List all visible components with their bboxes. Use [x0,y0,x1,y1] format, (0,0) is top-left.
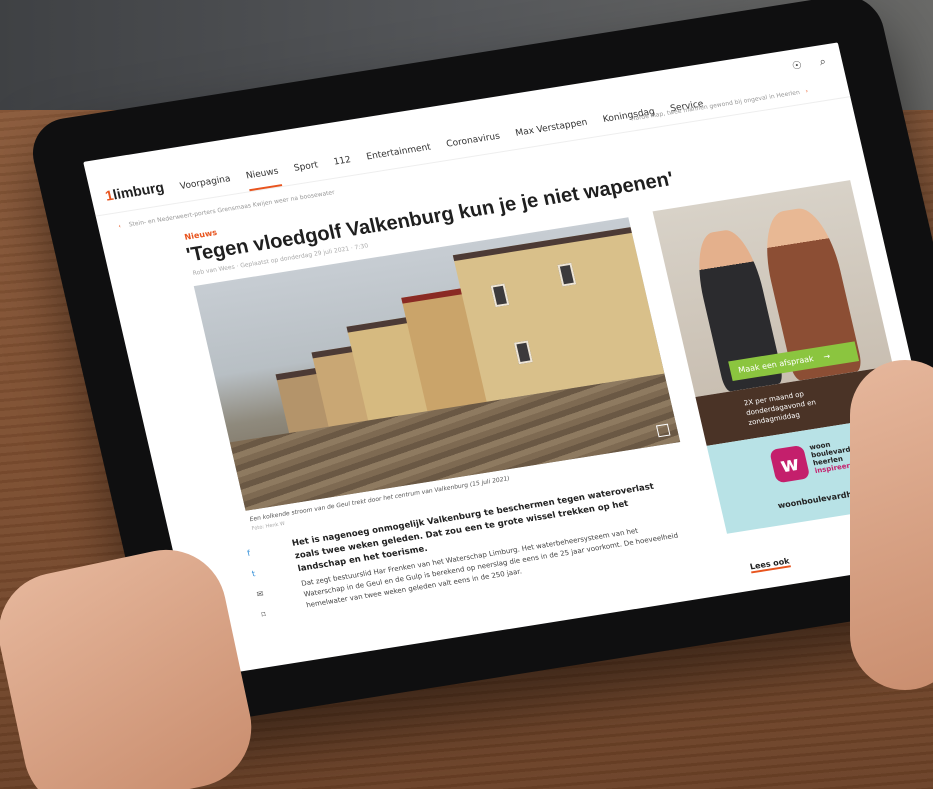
nav-item-max-verstappen[interactable]: Max Verstappen [515,118,589,139]
share-bar: f t ✉ ⌑ [246,548,269,620]
image-credit: Foto: Henk W [251,520,286,532]
nav-item-coronavirus[interactable]: Coronavirus [445,132,501,150]
mail-icon[interactable]: ✉ [256,589,265,599]
window [490,283,510,308]
arrow-right-icon: → [822,351,831,361]
facebook-icon[interactable]: f [246,548,255,558]
window [557,262,577,287]
right-hand [850,360,933,690]
nav-item-entertainment[interactable]: Entertainment [366,142,432,162]
user-icon[interactable]: ☉ [791,58,804,73]
building [452,227,665,402]
nav-item-nieuws[interactable]: Nieuws [245,167,279,182]
ad-photo: Maak een afspraak → [652,180,893,398]
nav-item-sport[interactable]: Sport [293,160,319,174]
twitter-icon[interactable]: t [251,569,260,578]
brand-name: woon boulevard heerlen inspireert [809,438,855,476]
nav-item-112[interactable]: 112 [333,155,352,167]
woonboulevard-logo: w [769,444,811,484]
nav-item-voorpagina[interactable]: Voorpagina [179,174,231,192]
bookmark-icon[interactable]: ⌑ [260,610,269,619]
photo-scene: 1limburg Voorpagina Nieuws Sport 112 Ent… [0,0,933,789]
lees-ook-heading: Lees ook [749,556,791,574]
chevron-left-icon: ‹ [117,222,122,231]
site-logo[interactable]: 1limburg [104,179,166,204]
window [513,340,533,365]
fullscreen-icon[interactable] [655,423,671,438]
